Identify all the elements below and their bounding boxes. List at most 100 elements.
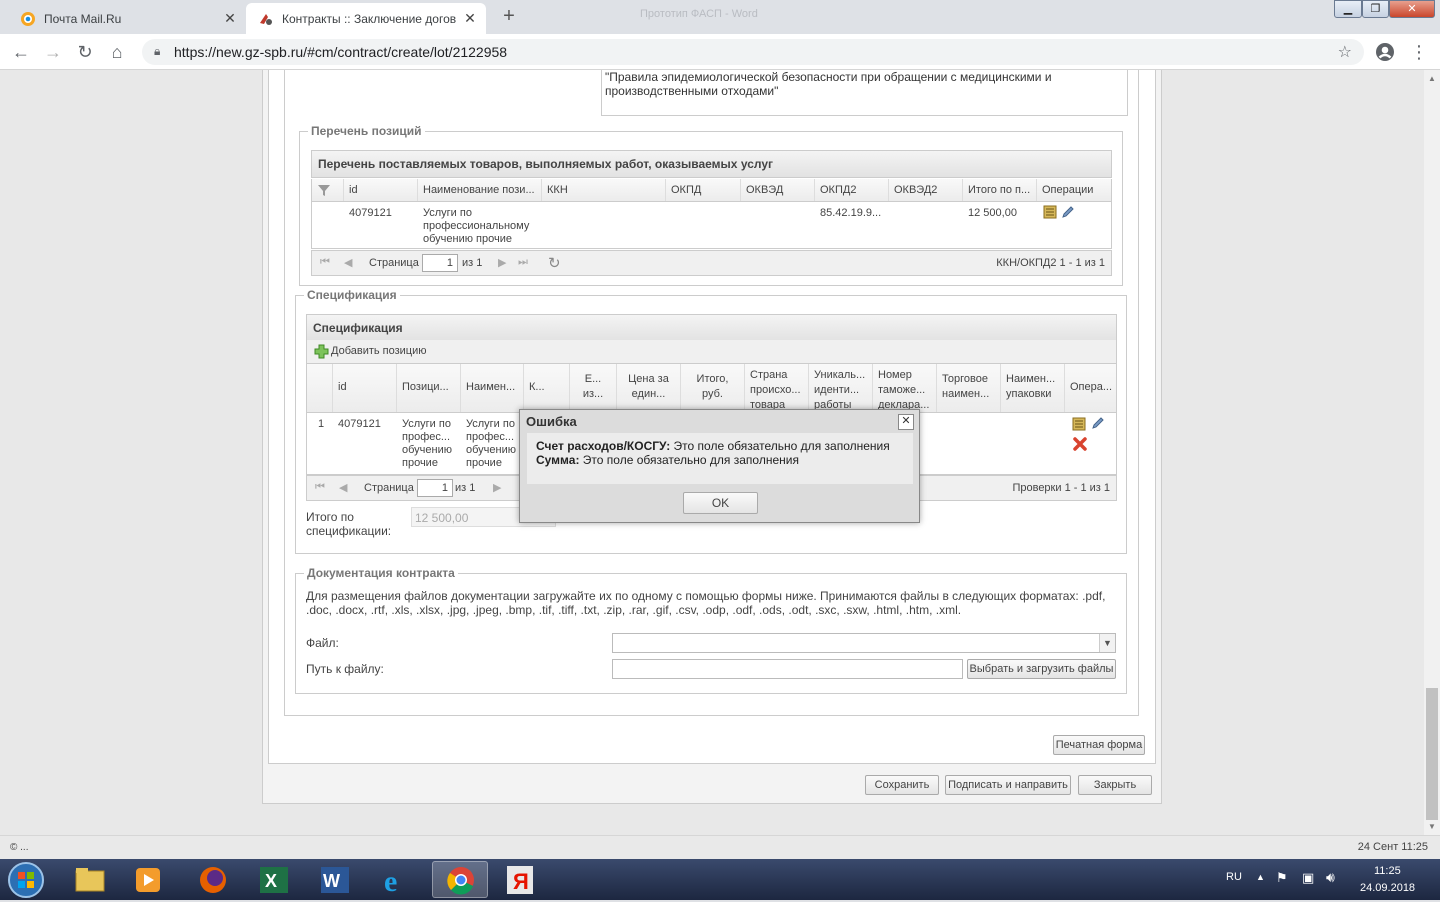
tab-title: Почта Mail.Ru	[44, 11, 122, 26]
tray-date[interactable]: 24.09.2018	[1360, 882, 1415, 894]
word-icon[interactable]: W	[308, 861, 364, 898]
col-position[interactable]: Позици...	[397, 364, 461, 412]
close-tab-icon[interactable]: ✕	[222, 10, 238, 27]
close-icon[interactable]: ✕	[898, 414, 914, 430]
col-id[interactable]: id	[333, 364, 397, 412]
volume-icon[interactable]: 🔊︎	[1326, 869, 1335, 886]
error-line-account: Счет расходов/КОСГУ: Это поле обязательн…	[536, 439, 890, 453]
tray-time[interactable]: 11:25	[1374, 865, 1401, 877]
col-okved[interactable]: ОКВЭД	[741, 179, 815, 201]
first-page-icon[interactable]: ⏮	[320, 256, 330, 269]
close-window-button[interactable]: ✕	[1389, 0, 1435, 18]
row-position: Услуги по профес... обучению прочие	[402, 418, 452, 469]
tray-expand-icon[interactable]: ▲	[1256, 872, 1265, 882]
edit-pencil-icon[interactable]	[1091, 416, 1105, 433]
col-trade-name[interactable]: Торговое наимен...	[937, 364, 1001, 412]
status-datetime: 24 Сент 11:25	[1357, 841, 1428, 853]
home-icon[interactable]: ⌂	[106, 42, 128, 62]
tab-title: Контракты :: Заключение догов	[282, 11, 457, 26]
upload-files-button[interactable]: Выбрать и загрузить файлы	[967, 659, 1116, 679]
language-indicator[interactable]: RU	[1226, 871, 1242, 883]
col-name[interactable]: Наимен...	[461, 364, 524, 412]
docs-description: Для размещения файлов документации загру…	[306, 589, 1106, 617]
col-customs[interactable]: Номер таможе... деклара...	[873, 364, 937, 412]
table-row[interactable]: 4079121 Услуги по профессиональному обуч…	[311, 202, 1112, 249]
prev-page-icon[interactable]: ◀	[339, 481, 347, 494]
maximize-button[interactable]: ❐	[1362, 0, 1389, 18]
ok-button[interactable]: OK	[683, 492, 758, 514]
delete-icon[interactable]	[1072, 436, 1088, 455]
view-scroll-icon[interactable]	[1042, 205, 1058, 222]
forward-icon[interactable]: →	[42, 42, 64, 62]
back-icon[interactable]: ←	[10, 42, 32, 62]
media-player-icon[interactable]	[121, 861, 177, 898]
firefox-icon[interactable]	[185, 861, 241, 898]
refresh-icon[interactable]: ↻	[548, 254, 561, 272]
view-scroll-icon[interactable]	[1071, 417, 1087, 434]
add-icon[interactable]	[314, 344, 329, 362]
row-num: 1	[318, 418, 325, 430]
file-path-input[interactable]	[612, 659, 963, 679]
ie-icon[interactable]: e	[369, 861, 425, 898]
new-tab-button[interactable]: +	[496, 6, 522, 28]
first-page-icon[interactable]: ⏮	[315, 481, 325, 494]
address-bar[interactable]: 🔒︎ https://new.gz-spb.ru/#cm/contract/cr…	[142, 39, 1364, 65]
col-operations[interactable]: Опера...	[1065, 364, 1118, 412]
col-okpd2[interactable]: ОКПД2	[815, 179, 889, 201]
file-select[interactable]: ▼	[612, 633, 1116, 653]
close-tab-icon[interactable]: ✕	[462, 10, 478, 27]
col-package[interactable]: Наимен... упаковки	[1001, 364, 1065, 412]
save-button[interactable]: Сохранить	[865, 775, 939, 795]
col-okpd[interactable]: ОКПД	[666, 179, 741, 201]
reload-icon[interactable]: ↻	[74, 42, 96, 62]
page-input[interactable]: 1	[417, 479, 453, 497]
col-kkn[interactable]: ККН	[542, 179, 666, 201]
page-input[interactable]: 1	[422, 254, 458, 272]
print-form-button[interactable]: Печатная форма	[1053, 735, 1145, 755]
file-label: Файл:	[306, 636, 339, 650]
scrollbar-thumb[interactable]	[1426, 688, 1438, 820]
chrome-icon[interactable]	[432, 861, 488, 898]
tab-contracts[interactable]: Контракты :: Заключение догов ✕	[246, 3, 486, 34]
start-orb-icon[interactable]	[4, 860, 48, 899]
col-total[interactable]: Итого, руб.	[681, 364, 745, 412]
chevron-down-icon[interactable]: ▼	[1099, 634, 1115, 652]
col-unit[interactable]: Е... из...	[570, 364, 617, 412]
tab-mailru[interactable]: Почта Mail.Ru ✕	[8, 3, 246, 34]
col-id[interactable]: id	[344, 179, 418, 201]
spec-total-label: Итого по спецификации:	[306, 510, 392, 538]
filter-icon[interactable]	[312, 179, 344, 201]
network-icon[interactable]: ▣	[1302, 870, 1314, 886]
col-name[interactable]: Наименование пози...	[418, 179, 542, 201]
next-page-icon[interactable]: ▶	[498, 256, 506, 269]
action-center-icon[interactable]: ⚑	[1276, 870, 1288, 886]
col-price[interactable]: Цена за един...	[617, 364, 681, 412]
close-button[interactable]: Закрыть	[1078, 775, 1152, 795]
row-name: Услуги по профес... обучению прочие	[466, 418, 516, 469]
edit-pencil-icon[interactable]	[1061, 205, 1075, 222]
sign-send-button[interactable]: Подписать и направить	[945, 775, 1071, 795]
menu-dots-icon[interactable]: ⋮	[1408, 42, 1430, 62]
prev-page-icon[interactable]: ◀	[344, 256, 352, 269]
scroll-up-icon[interactable]: ▲	[1428, 74, 1436, 83]
col-okved2[interactable]: ОКВЭД2	[889, 179, 963, 201]
col-unique-id[interactable]: Уникаль... иденти... работы	[809, 364, 873, 412]
excel-icon[interactable]: X	[247, 861, 303, 898]
explorer-icon[interactable]	[62, 861, 118, 898]
col-total[interactable]: Итого по п...	[963, 179, 1037, 201]
col-k[interactable]: К...	[524, 364, 570, 412]
col-country[interactable]: Страна происхо... товара	[745, 364, 809, 412]
svg-text:W: W	[323, 871, 340, 891]
ghost-window-title: Прототип ФАСП - Word	[640, 8, 758, 20]
minimize-button[interactable]: ▁	[1334, 0, 1362, 18]
bookmark-star-icon[interactable]: ☆	[1338, 42, 1352, 62]
account-icon[interactable]	[1374, 42, 1396, 62]
col-operations[interactable]: Операции	[1037, 179, 1113, 201]
scroll-down-icon[interactable]: ▼	[1428, 822, 1436, 831]
add-position-button[interactable]: Добавить позицию	[331, 345, 427, 357]
page-of: из 1	[455, 482, 476, 494]
yandex-icon[interactable]: Я	[494, 861, 550, 898]
last-page-icon[interactable]: ⏭	[518, 256, 528, 269]
error-line-amount: Сумма: Это поле обязательно для заполнен…	[536, 453, 799, 467]
next-page-icon[interactable]: ▶	[493, 481, 501, 494]
